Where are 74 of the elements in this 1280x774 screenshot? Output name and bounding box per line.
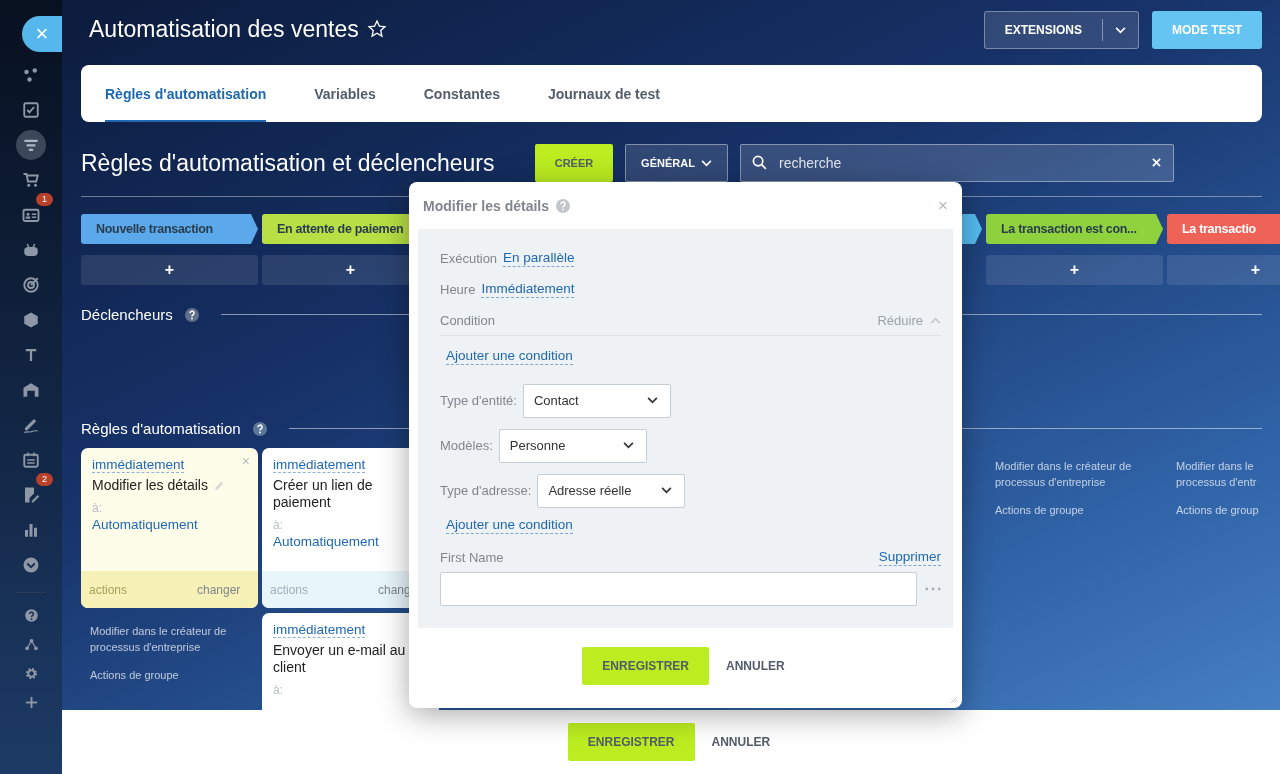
dialog-title: Modifier les détails (423, 197, 550, 214)
filter-dropdown[interactable]: GÉNÉRAL (625, 144, 728, 182)
caret-icon (622, 442, 634, 449)
resize-grip-icon[interactable] (950, 696, 958, 704)
column-link[interactable]: Actions de groupe (995, 502, 1154, 518)
caret-icon (661, 487, 673, 494)
add-button[interactable]: + (1167, 255, 1280, 285)
save-button[interactable]: ENREGISTRER (582, 647, 709, 685)
caret-icon (700, 159, 712, 167)
recipient-label: à: (273, 518, 284, 532)
caret-icon (646, 397, 658, 404)
cancel-button[interactable]: ANNULER (722, 659, 789, 673)
responsible-link[interactable]: Automatiquement (92, 517, 198, 532)
section-heading: Règles d'automatisation (81, 420, 241, 437)
extensions-button[interactable]: EXTENSIONS (983, 11, 1139, 49)
field-label: First Name (440, 550, 504, 565)
rule-title: Envoyer un e-mail au client (273, 642, 407, 676)
column-link[interactable]: Actions de groupe (90, 667, 249, 683)
field-label: Heure (440, 282, 476, 297)
add-button[interactable]: + (81, 255, 258, 285)
cancel-button[interactable]: ANNULER (707, 735, 775, 749)
timing-link[interactable]: immédiatement (273, 622, 366, 638)
timing-link[interactable]: immédiatement (273, 457, 366, 473)
add-button[interactable]: + (986, 255, 1163, 285)
add-condition-link[interactable]: Ajouter une condition (446, 517, 573, 534)
notification-badge: 2 (36, 473, 53, 486)
stage-header[interactable]: Nouvelle transaction (81, 214, 258, 244)
help-icon[interactable] (184, 307, 199, 322)
actions-label: actions (89, 582, 129, 597)
column-link[interactable]: Modifier dans le créateur de processus d'entreprise (995, 458, 1154, 490)
select-field[interactable]: Personne (498, 428, 647, 463)
star-icon[interactable] (366, 19, 387, 39)
column-link[interactable]: Actions de group (1176, 502, 1280, 518)
funnel-icon[interactable] (16, 129, 46, 160)
tab[interactable]: Règles d'automatisation (105, 65, 267, 122)
stage-header[interactable]: La transaction est con... (986, 214, 1163, 244)
caret-icon (1115, 26, 1126, 34)
rule-title: Créer un lien de paiement (273, 477, 374, 511)
add-condition-link[interactable]: Ajouter une condition (446, 348, 573, 365)
recipient-label: à: (92, 501, 103, 515)
recipient-label: à: (273, 683, 284, 697)
field-label: Type d'adresse: (440, 483, 532, 498)
change-link[interactable]: changer (197, 582, 250, 597)
option-link[interactable]: Immédiatement (481, 281, 575, 298)
actions-label: actions (270, 582, 310, 597)
timing-link[interactable]: immédiatement (92, 457, 185, 473)
responsible-link[interactable]: Automatiquement (273, 534, 379, 549)
select-field[interactable]: Adresse réelle (537, 473, 686, 508)
column-link[interactable]: Modifier dans le processus d'entr (1176, 458, 1280, 490)
search-icon (752, 155, 767, 170)
option-link[interactable]: En parallèle (503, 250, 575, 267)
clear-icon[interactable] (1152, 158, 1161, 167)
field-label: Exécution (440, 251, 498, 266)
page-title: Automatisation des ventes (89, 15, 359, 43)
tab[interactable]: Variables (314, 65, 376, 122)
caret-icon (930, 316, 941, 324)
notification-badge: 1 (36, 193, 53, 206)
rule-card[interactable]: × immédiatement Modifier les détails à: Automatiquement actions changer (81, 448, 258, 608)
input-field[interactable] (440, 572, 917, 606)
section-title: Règles d'automatisation et déclencheurs (81, 149, 496, 177)
help-icon[interactable] (252, 421, 267, 436)
delete-link[interactable]: Supprimer (878, 549, 941, 566)
tab[interactable]: Journaux de test (548, 65, 660, 122)
section-heading: Déclencheurs (81, 306, 173, 323)
tab[interactable]: Constantes (423, 65, 500, 122)
field-label: Modèles: (440, 438, 493, 453)
field-label: Type d'entité: (440, 393, 517, 408)
section-label: Condition (440, 312, 495, 328)
rule-title: Modifier les détails (92, 477, 208, 494)
stage-header[interactable]: La transactio (1167, 214, 1280, 244)
create-button[interactable]: CRÉER (535, 144, 613, 182)
column-link[interactable]: Modifier dans le créateur de processus d'entreprise (90, 623, 249, 655)
select-field[interactable]: Contact (522, 383, 671, 418)
save-button[interactable]: ENREGISTRER (567, 723, 695, 761)
